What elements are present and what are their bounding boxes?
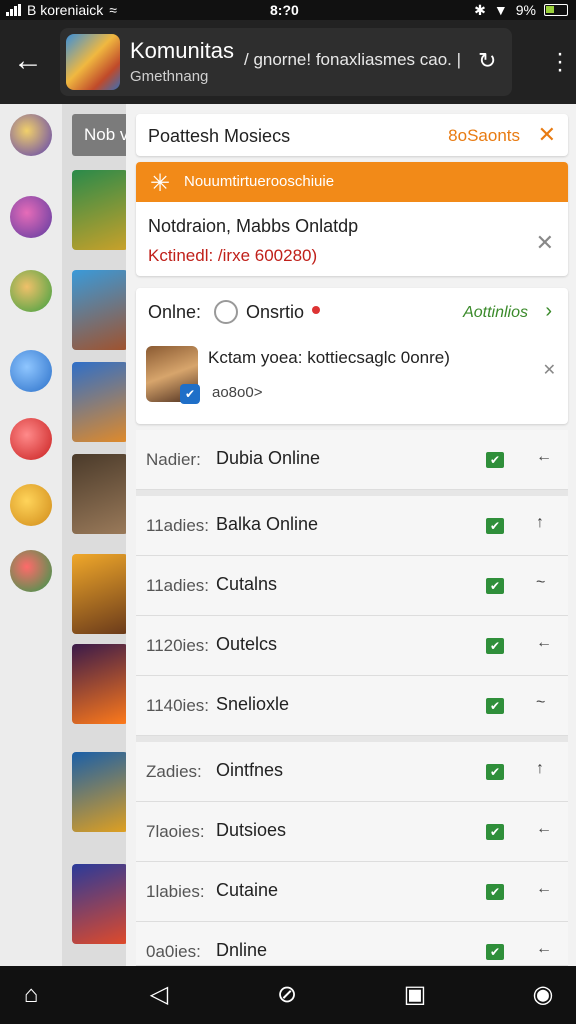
- arrow-icon[interactable]: ←: [536, 448, 552, 466]
- list-item[interactable]: 0a0ies: Dnline ✔ ←: [136, 922, 568, 966]
- game-thumbnail[interactable]: [72, 752, 128, 832]
- breadcrumb: / gnorne! fonaxliasmes cao. |: [244, 50, 462, 69]
- rail-game-2-icon[interactable]: [10, 196, 52, 238]
- game-thumbnail[interactable]: [72, 270, 128, 350]
- check-icon[interactable]: ✔: [486, 638, 504, 654]
- list-item[interactable]: 1140ies: Snelioxle ✔ ~: [136, 676, 568, 736]
- page-subtitle: Gmethnang: [130, 68, 209, 85]
- battery-percent: 9%: [515, 2, 536, 18]
- check-icon[interactable]: ✔: [486, 764, 504, 780]
- clock: 8:?0: [270, 2, 299, 18]
- list-item[interactable]: Zadies: Ointfnes ✔ ↑: [136, 736, 568, 802]
- game-thumbnail-column: Nob v: [62, 104, 136, 966]
- signal-icon: [6, 4, 21, 16]
- arrow-left-icon: ←: [13, 44, 43, 77]
- alert-detail: Kctinedl: /irxe 600280): [148, 246, 318, 265]
- arrow-icon[interactable]: ←: [536, 880, 552, 898]
- compose-icon[interactable]: ⊘: [272, 980, 302, 1010]
- status-dot: [312, 306, 320, 314]
- check-icon[interactable]: ✔: [486, 578, 504, 594]
- game-thumbnail[interactable]: [72, 454, 128, 534]
- chevron-right-icon[interactable]: ›: [545, 300, 552, 323]
- back-button[interactable]: ←: [12, 46, 44, 78]
- options-link[interactable]: Aottinlios: [463, 304, 528, 322]
- notifications-panel: Poattesh Mosiecs 8oSaonts ✕ ✳ Nouumtirtu…: [126, 104, 576, 966]
- close-icon[interactable]: ✕: [543, 360, 556, 382]
- online-label: Onlne:: [148, 302, 202, 322]
- notif-header-card: Poattesh Mosiecs 8oSaonts ✕: [136, 114, 568, 156]
- alert-message: Notdraion, Mabbs Onlatdp: [148, 216, 359, 236]
- header-card[interactable]: Komunitas Gmethnang / gnorne! fonaxliasm…: [60, 28, 512, 96]
- game-thumbnail[interactable]: [72, 644, 128, 724]
- home-icon[interactable]: ⌂: [16, 980, 46, 1010]
- rail-game-5-icon[interactable]: [10, 418, 52, 460]
- rail-game-6-icon[interactable]: [10, 484, 52, 526]
- rail-game-4-icon[interactable]: [10, 350, 52, 392]
- list-item[interactable]: 11adies: Balka Online ✔ ↑: [136, 490, 568, 556]
- battery-icon: [544, 4, 568, 16]
- check-icon[interactable]: ✔: [486, 452, 504, 468]
- arrow-icon[interactable]: ↑: [536, 760, 544, 778]
- alert-card: ✳ Nouumtirtuerooschiuie Notdraion, Mabbs…: [136, 162, 568, 276]
- status-value: Onsrtio: [246, 302, 305, 322]
- list-item[interactable]: 1labies: Cutaine ✔ ←: [136, 862, 568, 922]
- message-text: Kctam yoea: kottiecsaglc 0onre): [208, 348, 450, 367]
- arrow-icon[interactable]: ↑: [536, 514, 544, 532]
- rail-game-7-icon[interactable]: [10, 550, 52, 592]
- notif-title: Poattesh Mosiecs: [148, 126, 291, 146]
- status-bar: B koreniaick ≈ 8:?0 ✱ ▼ 9%: [0, 0, 576, 20]
- refresh-icon[interactable]: ↻: [478, 48, 496, 74]
- list-item[interactable]: Nadier: Dubia Online ✔ ←: [136, 430, 568, 490]
- check-icon[interactable]: ✔: [486, 518, 504, 534]
- carrier-label: B koreniaick: [27, 2, 104, 18]
- settings-link[interactable]: 8oSaonts: [448, 126, 520, 146]
- bluetooth-icon: ✱: [474, 1, 486, 18]
- kebab-menu-icon[interactable]: · · ·: [556, 42, 564, 82]
- list-item[interactable]: 11adies: Cutalns ✔ ~: [136, 556, 568, 616]
- message-sub: ao8o0>: [212, 384, 263, 401]
- wifi-icon: ▼: [493, 2, 508, 18]
- arrow-icon[interactable]: ←: [536, 940, 552, 958]
- arrow-icon[interactable]: ~: [536, 694, 545, 712]
- game-thumbnail[interactable]: [72, 170, 128, 250]
- bottom-nav: ⌂ ◁ ⊘ ▣ ◉: [0, 966, 576, 1024]
- back-triangle-icon[interactable]: ◁: [144, 980, 174, 1010]
- list-item[interactable]: 7laoies: Dutsioes ✔ ←: [136, 802, 568, 862]
- game-thumbnail[interactable]: [72, 864, 128, 944]
- star-icon: ✳: [150, 170, 171, 197]
- arrow-icon[interactable]: ←: [536, 634, 552, 652]
- badge-icon: ✔: [180, 384, 200, 404]
- rail-game-1-icon[interactable]: [10, 114, 52, 156]
- game-thumbnail[interactable]: [72, 554, 128, 634]
- settings-icon[interactable]: ◉: [528, 980, 558, 1010]
- page-title: Komunitas: [130, 38, 234, 63]
- alert-banner: ✳ Nouumtirtuerooschiuie: [136, 162, 568, 202]
- arrow-icon[interactable]: ~: [536, 574, 545, 592]
- check-icon[interactable]: ✔: [486, 944, 504, 960]
- app-icon: [66, 34, 120, 90]
- check-icon[interactable]: ✔: [486, 698, 504, 714]
- nob-label[interactable]: Nob v: [72, 114, 132, 156]
- wifi-icon: ≈: [109, 2, 117, 18]
- close-icon[interactable]: ✕: [536, 232, 554, 254]
- list-item[interactable]: 1120ies: Outelcs ✔ ←: [136, 616, 568, 676]
- rail-game-3-icon[interactable]: [10, 270, 52, 312]
- bookmark-icon[interactable]: ▣: [400, 980, 430, 1010]
- check-icon[interactable]: ✔: [486, 824, 504, 840]
- status-radio[interactable]: [214, 300, 238, 324]
- online-card: Onlne: Onsrtio Aottinlios › ✔ Kctam yoea…: [136, 288, 568, 424]
- top-app-bar: ← Komunitas Gmethnang / gnorne! fonaxlia…: [0, 20, 576, 104]
- side-rail: [0, 104, 62, 966]
- arrow-icon[interactable]: ←: [536, 820, 552, 838]
- close-icon[interactable]: ✕: [538, 124, 556, 146]
- check-icon[interactable]: ✔: [486, 884, 504, 900]
- game-thumbnail[interactable]: [72, 362, 128, 442]
